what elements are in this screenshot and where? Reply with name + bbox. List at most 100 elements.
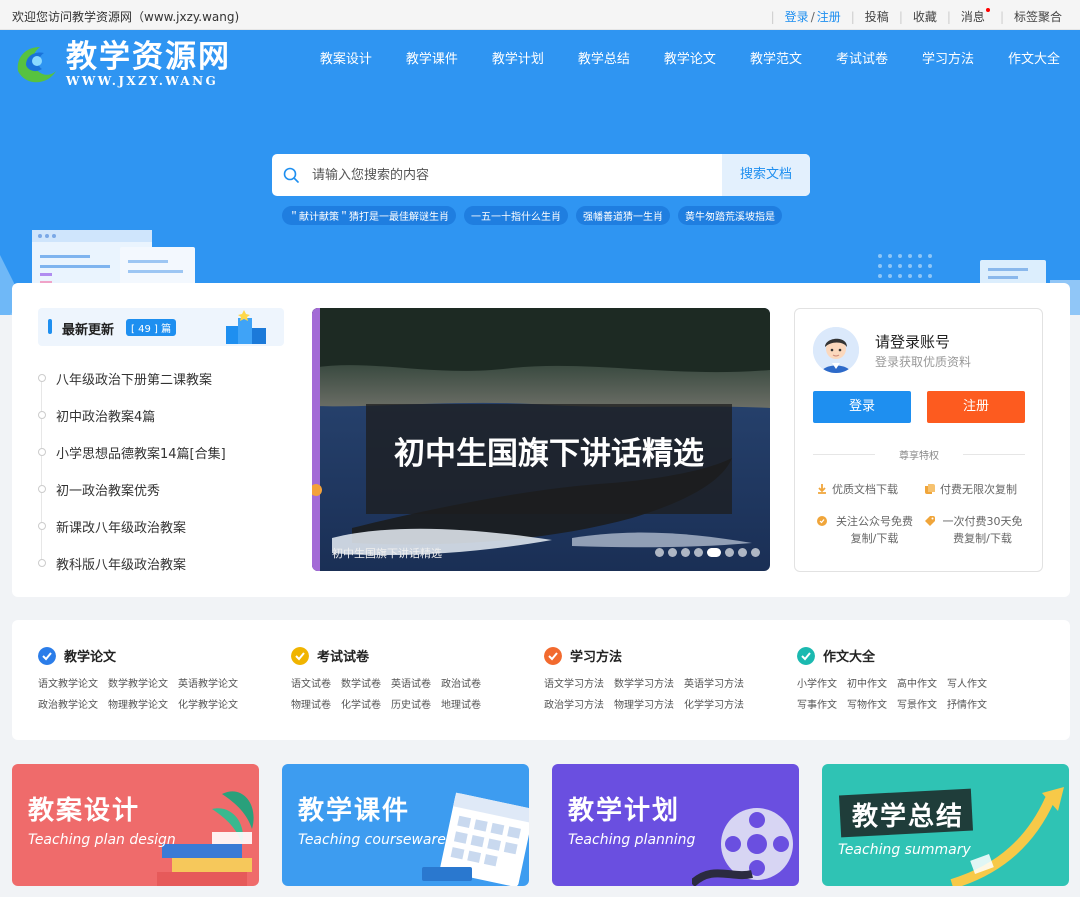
nav-item-exams[interactable]: 考试试卷 xyxy=(836,48,888,67)
category-title[interactable]: 学习方法 xyxy=(544,646,784,665)
search-input[interactable] xyxy=(312,154,712,196)
category-link[interactable]: 语文试卷 xyxy=(291,675,331,690)
nav-item-study-methods[interactable]: 学习方法 xyxy=(922,48,974,67)
category-link[interactable]: 化学学习方法 xyxy=(684,696,744,711)
top-login-link[interactable]: 登录 xyxy=(785,8,809,25)
category-link[interactable]: 数学试卷 xyxy=(341,675,381,690)
search-icon xyxy=(283,167,299,183)
carousel-dot[interactable] xyxy=(751,548,760,557)
download-icon xyxy=(818,484,826,494)
category-link[interactable]: 高中作文 xyxy=(897,675,937,690)
category-links: 语文学习方法 数学学习方法 英语学习方法 政治学习方法 物理学习方法 化学学习方… xyxy=(544,675,784,711)
search-button[interactable]: 搜索文档 xyxy=(722,154,810,196)
carousel-dot[interactable] xyxy=(655,548,664,557)
login-panel: 请登录账号 登录获取优质资料 登录 注册 尊享特权 优质文档下载 付费无限次复制… xyxy=(794,308,1043,572)
nav-item-teaching-plans[interactable]: 教学计划 xyxy=(492,48,544,67)
category-title[interactable]: 考试试卷 xyxy=(291,646,531,665)
nav-item-samples[interactable]: 教学范文 xyxy=(750,48,802,67)
main-nav: 教案设计 教学课件 教学计划 教学总结 教学论文 教学范文 考试试卷 学习方法 … xyxy=(286,48,1060,67)
category-title[interactable]: 作文大全 xyxy=(797,646,1037,665)
category-link[interactable]: 物理教学论文 xyxy=(108,696,168,711)
nav-item-compositions[interactable]: 作文大全 xyxy=(1008,48,1060,67)
tile-title-en: Teaching summary xyxy=(838,842,971,858)
list-item[interactable]: 八年级政治下册第二课教案 xyxy=(38,369,226,406)
category-link[interactable]: 物理学习方法 xyxy=(614,696,674,711)
site-logo[interactable]: 教学资源网 WWW.JXZY.WANG xyxy=(12,40,231,88)
category-link[interactable]: 写物作文 xyxy=(847,696,887,711)
latest-updates-header: 最新更新 [ 49 ] 篇 xyxy=(38,308,284,346)
login-subtitle: 登录获取优质资料 xyxy=(875,355,972,369)
tile-title-en: Teaching plan design xyxy=(28,832,176,848)
carousel-dot[interactable] xyxy=(694,548,703,557)
category-link[interactable]: 小学作文 xyxy=(797,675,837,690)
category-link[interactable]: 语文学习方法 xyxy=(544,675,604,690)
category-link[interactable]: 政治试卷 xyxy=(441,675,481,690)
category-link[interactable]: 数学教学论文 xyxy=(108,675,168,690)
register-button[interactable]: 注册 xyxy=(927,391,1025,423)
banner-carousel[interactable]: 初中生国旗下讲话精选 初中生国旗下讲话精选 xyxy=(312,308,770,571)
nav-item-summaries[interactable]: 教学总结 xyxy=(578,48,630,67)
category-link[interactable]: 历史试卷 xyxy=(391,696,431,711)
top-register-link[interactable]: 注册 xyxy=(817,8,841,25)
hot-tag[interactable]: 黄牛匆踏荒溪坡指是 xyxy=(678,206,782,225)
category-link[interactable]: 化学试卷 xyxy=(341,696,381,711)
category-link[interactable]: 初中作文 xyxy=(847,675,887,690)
nav-item-lesson-plans[interactable]: 教案设计 xyxy=(320,48,372,67)
tile-courseware[interactable]: 教学课件 Teaching courseware xyxy=(282,764,529,886)
category-links: 语文试卷 数学试卷 英语试卷 政治试卷 物理试卷 化学试卷 历史试卷 地理试卷 xyxy=(291,675,531,711)
messages-link[interactable]: 消息 xyxy=(961,8,990,25)
tile-title-en: Teaching courseware xyxy=(298,832,446,848)
category-link[interactable]: 写事作文 xyxy=(797,696,837,711)
category-link[interactable]: 数学学习方法 xyxy=(614,675,674,690)
category-link[interactable]: 英语学习方法 xyxy=(684,675,744,690)
carousel-dot[interactable] xyxy=(738,548,747,557)
category-exams: 考试试卷 语文试卷 数学试卷 英语试卷 政治试卷 物理试卷 化学试卷 历史试卷 … xyxy=(291,646,531,711)
list-item[interactable]: 初一政治教案优秀 xyxy=(38,480,226,517)
tile-title-cn: 教学计划 xyxy=(568,796,681,826)
category-link[interactable]: 化学教学论文 xyxy=(178,696,238,711)
category-link[interactable]: 语文教学论文 xyxy=(38,675,98,690)
logo-text-cn: 教学资源网 xyxy=(66,39,231,75)
category-link[interactable]: 抒情作文 xyxy=(947,696,987,711)
feature-label: 优质文档下载 xyxy=(832,483,898,496)
avatar-icon xyxy=(813,327,859,373)
category-title[interactable]: 教学论文 xyxy=(38,646,278,665)
unread-dot-icon xyxy=(985,8,990,12)
category-label: 教学论文 xyxy=(64,650,117,665)
carousel-dot[interactable] xyxy=(725,548,734,557)
favorites-link[interactable]: 收藏 xyxy=(913,8,937,25)
category-link[interactable]: 地理试卷 xyxy=(441,696,481,711)
category-link[interactable]: 政治学习方法 xyxy=(544,696,604,711)
login-button[interactable]: 登录 xyxy=(813,391,911,423)
hot-tags: ＂献计献策＂猜打是一最佳解谜生肖 一五一十指什么生肖 强幡善道猜一生肖 黄牛匆踏… xyxy=(282,206,790,225)
category-link[interactable]: 政治教学论文 xyxy=(38,696,98,711)
tile-teaching-plans[interactable]: 教学计划 Teaching planning xyxy=(552,764,799,886)
list-item[interactable]: 教科版八年级政治教案 xyxy=(38,554,226,591)
tile-summaries[interactable]: 教学总结 Teaching summary xyxy=(822,764,1069,886)
film-reel-icon xyxy=(692,808,793,886)
hot-tag[interactable]: 一五一十指什么生肖 xyxy=(464,206,568,225)
list-item[interactable]: 小学思想品德教案14篇[合集] xyxy=(38,443,226,480)
carousel-dot[interactable] xyxy=(668,548,677,557)
category-link[interactable]: 写人作文 xyxy=(947,675,987,690)
category-link[interactable]: 英语教学论文 xyxy=(178,675,238,690)
category-study-methods: 学习方法 语文学习方法 数学学习方法 英语学习方法 政治学习方法 物理学习方法 … xyxy=(544,646,784,711)
carousel-dot[interactable] xyxy=(707,548,721,557)
hot-tag[interactable]: ＂献计献策＂猜打是一最佳解谜生肖 xyxy=(282,206,456,225)
nav-item-courseware[interactable]: 教学课件 xyxy=(406,48,458,67)
contribute-link[interactable]: 投稿 xyxy=(865,8,889,25)
tile-lesson-plans[interactable]: 教案设计 Teaching plan design xyxy=(12,764,259,886)
main-card: 最新更新 [ 49 ] 篇 八年级政治下册第二课教案 初中政治教案4篇 小学思想… xyxy=(12,283,1070,597)
category-link[interactable]: 英语试卷 xyxy=(391,675,431,690)
list-item[interactable]: 初中政治教案4篇 xyxy=(38,406,226,443)
category-link[interactable]: 物理试卷 xyxy=(291,696,331,711)
nav-item-papers[interactable]: 教学论文 xyxy=(664,48,716,67)
hot-tag[interactable]: 强幡善道猜一生肖 xyxy=(576,206,670,225)
hero-header: 教学资源网 WWW.JXZY.WANG 教案设计 教学课件 教学计划 教学总结 … xyxy=(0,30,1080,315)
carousel-dot[interactable] xyxy=(681,548,690,557)
list-item[interactable]: 新课改八年级政治教案 xyxy=(38,517,226,554)
tag-aggregation-link[interactable]: 标签聚合 xyxy=(1014,8,1062,25)
category-link[interactable]: 写景作文 xyxy=(897,696,937,711)
logo-icon xyxy=(17,47,56,83)
copy-icon xyxy=(925,484,935,494)
